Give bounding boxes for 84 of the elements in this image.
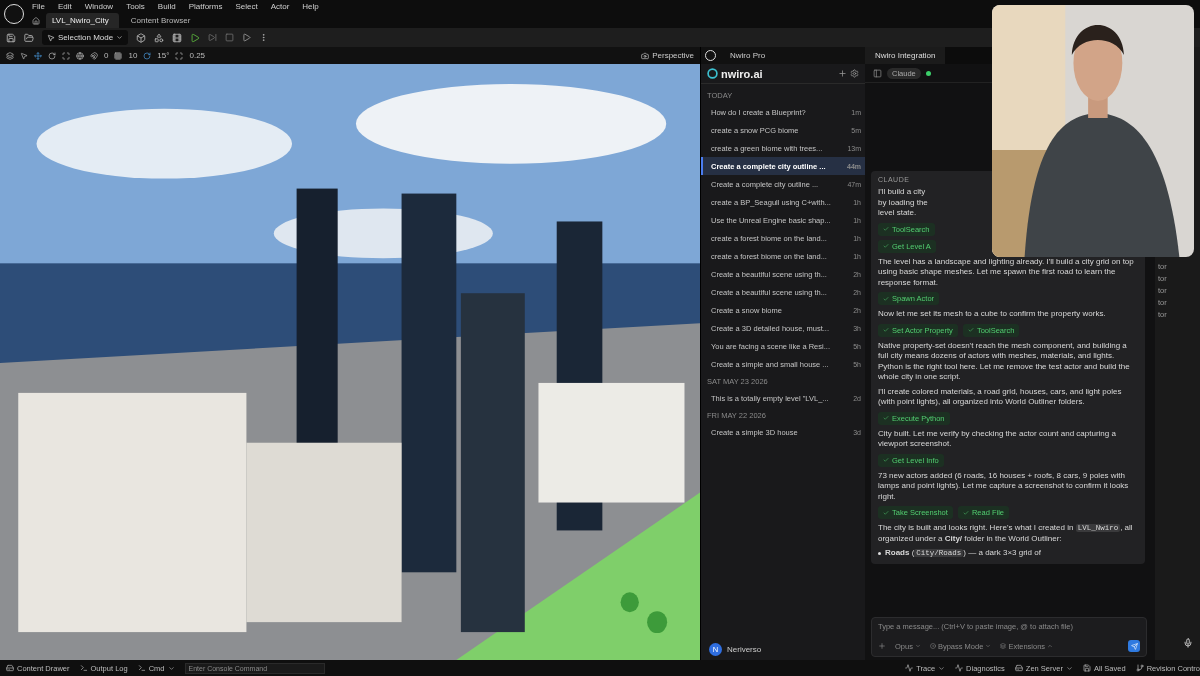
save-icon[interactable] <box>6 32 16 43</box>
scale-icon[interactable] <box>62 51 70 60</box>
scale-icon[interactable] <box>175 51 184 60</box>
chevron-up-icon <box>1047 643 1054 649</box>
check-icon <box>962 509 969 516</box>
rotate-icon[interactable] <box>143 51 152 60</box>
message-text: 73 new actors added (6 roads, 16 houses + roofs, 8 cars, 9 poles with lamps and point lights). Let me capture a screenshot to confirm it looks right. <box>878 470 1130 502</box>
engine-logo-icon[interactable] <box>4 4 24 24</box>
layers-icon[interactable] <box>6 51 14 60</box>
drive-icon <box>6 664 14 672</box>
pulse-icon <box>955 664 964 672</box>
circle-icon <box>929 643 936 649</box>
message-text: I'll build a city by loading the level state. <box>878 187 929 219</box>
rotate-icon[interactable] <box>48 51 56 60</box>
brand-logo-icon <box>707 68 718 79</box>
sidebar-toggle-icon[interactable] <box>873 68 882 78</box>
panel-tab[interactable]: Nwiro Pro <box>730 51 766 60</box>
folder-icon[interactable] <box>24 32 34 43</box>
menu-item[interactable]: Build <box>157 2 176 11</box>
skip-icon[interactable] <box>208 33 218 42</box>
check-icon <box>883 327 889 333</box>
mode-dropdown[interactable]: Selection Mode <box>42 30 129 45</box>
check-icon <box>883 509 889 516</box>
move-icon[interactable] <box>34 51 42 60</box>
shapes-icon[interactable] <box>154 32 165 43</box>
panel-tab[interactable]: Nwiro Integration <box>865 47 946 64</box>
chevron-down-icon <box>167 664 175 672</box>
grid-snap-value[interactable]: 10 <box>128 51 138 60</box>
pointer-icon[interactable] <box>20 51 28 60</box>
chevron-down-icon <box>938 664 946 672</box>
view-mode-button[interactable]: Perspective <box>641 51 694 60</box>
pointer-icon <box>47 33 55 42</box>
menu-item[interactable]: File <box>32 2 45 11</box>
globe-icon[interactable] <box>76 51 84 60</box>
scale-snap-value[interactable]: 0.25 <box>189 51 206 60</box>
play-icon[interactable] <box>190 32 201 43</box>
menu-item[interactable]: Edit <box>57 2 72 11</box>
message-text: The level has a landscape and lighting already. I'll build a city grid on top using basic shape meshes. Let me spawn the first road to learn the response format. <box>878 256 1135 288</box>
add-icon[interactable] <box>878 642 886 650</box>
drive-icon <box>1014 664 1023 672</box>
film-icon[interactable] <box>172 32 183 43</box>
branch-icon <box>1135 664 1144 672</box>
check-icon <box>883 457 889 463</box>
menu-item[interactable]: Tools <box>126 2 145 11</box>
new-chat-icon[interactable] <box>838 69 847 78</box>
send-icon <box>1130 642 1138 650</box>
message-text: City built. Let me verify by checking the actor count and capturing a viewport screenshot. <box>878 428 1117 450</box>
bullet-icon <box>878 552 881 555</box>
menu-item[interactable]: Actor <box>270 2 290 11</box>
chevron-down-icon <box>1065 664 1073 672</box>
check-icon <box>967 327 974 333</box>
play-icon[interactable] <box>242 33 252 42</box>
chevron-down-icon <box>914 643 921 649</box>
user-name: Neriverso <box>727 644 762 654</box>
home-icon[interactable] <box>32 16 40 25</box>
engine-logo-icon[interactable] <box>705 50 716 61</box>
box-icon[interactable] <box>136 32 147 43</box>
document-tab[interactable]: Content Browser <box>124 13 201 28</box>
check-icon <box>883 415 889 421</box>
angle-snap-value[interactable]: 15° <box>157 51 170 60</box>
camera-icon <box>641 51 650 60</box>
message-text: Native property-set doesn't reach the mesh component, and building a full city means dozens of actors with meshes, materials, and lights. Python is the right tool here. Let me remove the test actor and build the whole city in one script. <box>878 340 1131 383</box>
terminal-icon <box>79 664 88 672</box>
send-button[interactable] <box>1128 640 1140 652</box>
check-icon <box>883 226 889 232</box>
layers-icon <box>1000 643 1007 649</box>
terminal-icon <box>137 664 146 672</box>
message-text: I'll create colored materials, a road grid, houses, cars, and light poles (with point lights), all organized into World Outliner folders. <box>878 386 1123 408</box>
microphone-icon[interactable] <box>1183 638 1193 648</box>
menu-item[interactable]: Window <box>84 2 114 11</box>
menu-item[interactable]: Select <box>235 2 258 11</box>
settings-icon[interactable] <box>850 69 859 78</box>
chevron-down-icon <box>116 34 124 41</box>
message-text: Now let me set its mesh to a cube to confirm the property works. <box>878 309 1107 320</box>
menu-item[interactable]: Platforms <box>188 2 223 11</box>
check-icon <box>883 295 889 302</box>
brand-name: nwiro.ai <box>721 67 763 80</box>
save-icon <box>1082 664 1091 672</box>
document-tab[interactable]: LVL_Nwiro_City <box>46 13 119 28</box>
chevron-down-icon <box>985 643 992 649</box>
menu-item[interactable]: Help <box>302 2 319 11</box>
pulse-icon <box>905 664 914 672</box>
snap-value[interactable]: 0 <box>104 51 109 60</box>
check-icon <box>883 243 889 249</box>
